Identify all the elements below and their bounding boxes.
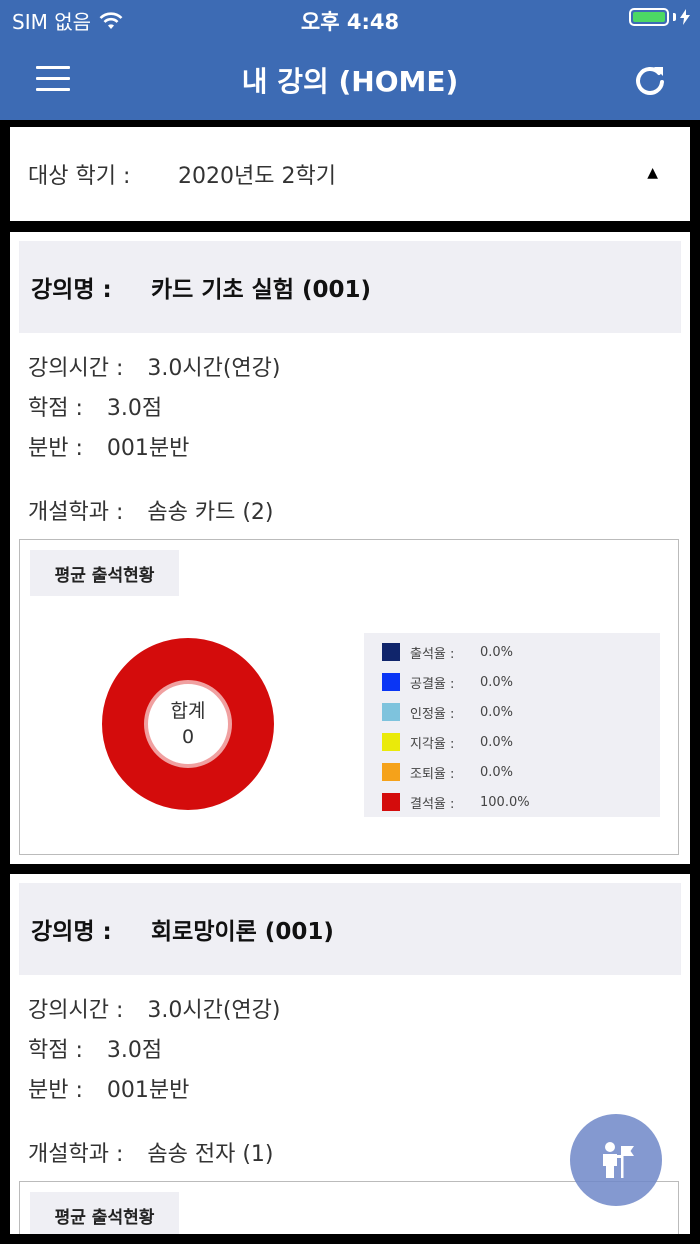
section-label: 분반 : xyxy=(28,436,83,461)
attendance-title: 평균 출석현황 xyxy=(30,1192,179,1234)
legend-swatch xyxy=(382,763,400,781)
hours-label: 강의시간 : xyxy=(28,998,124,1023)
legend-swatch xyxy=(382,793,400,811)
credit-label: 학점 : xyxy=(28,396,83,421)
dept-label: 개설학과 : xyxy=(28,1142,124,1167)
course-title-bar: 강의명 : 회로망이론 (001) xyxy=(19,883,681,975)
legend-item: 공결율 : 0.0% xyxy=(364,667,660,697)
legend-item: 인정율 : 0.0% xyxy=(364,697,660,727)
legend-value: 0.0% xyxy=(480,704,514,720)
legend-swatch xyxy=(382,673,400,691)
total-value: 0 xyxy=(181,726,195,748)
legend-label: 인정율 : xyxy=(410,706,455,722)
legend-value: 0.0% xyxy=(480,764,514,780)
legend-item: 결석율 : 100.0% xyxy=(364,787,660,817)
legend-label: 지각율 : xyxy=(410,736,455,752)
credit-value: 3.0점 xyxy=(106,1038,163,1063)
page-title: 내 강의 (HOME) xyxy=(241,65,459,98)
hours-value: 3.0시간(연강) xyxy=(147,998,281,1023)
credit-label: 학점 : xyxy=(28,1038,83,1063)
semester-selector[interactable]: 대상 학기 : 2020년도 2학기 ▲ xyxy=(10,127,690,221)
person-with-flag-icon xyxy=(603,1142,634,1178)
attendance-legend: 출석율 :0.0% 공결율 :0.0% 인정율 :0.0% 지각율 :0.0% … xyxy=(364,633,660,817)
section-value: 001분반 xyxy=(106,436,190,461)
legend-value: 0.0% xyxy=(480,674,514,690)
legend-item: 조퇴율 : 0.0% xyxy=(364,757,660,787)
legend-label: 출석율 : xyxy=(410,646,455,662)
dropdown-arrow-icon[interactable]: ▲ xyxy=(647,165,658,181)
section-value: 001분반 xyxy=(106,1078,190,1103)
legend-item: 지각율 : 0.0% xyxy=(364,727,660,757)
status-bar: SIM 없음 오후 4:48 xyxy=(0,0,700,40)
legend-item: 출석율 : 0.0% xyxy=(364,637,660,667)
charging-bolt-icon xyxy=(680,9,690,25)
legend-label: 조퇴율 : xyxy=(410,766,455,782)
legend-value: 0.0% xyxy=(480,734,514,750)
dept-value: 솜송 카드 (2) xyxy=(147,500,274,525)
total-label: 합계 xyxy=(170,700,206,722)
course-name-label: 강의명 : xyxy=(31,919,112,945)
course-title-bar: 강의명 : 카드 기초 실험 (001) xyxy=(19,241,681,333)
attendance-title: 평균 출석현황 xyxy=(30,550,179,596)
legend-label: 공결율 : xyxy=(410,676,455,692)
dept-label: 개설학과 : xyxy=(28,500,124,525)
course-card[interactable]: 강의명 : 카드 기초 실험 (001) 강의시간 : 3.0시간(연강) 학점 … xyxy=(10,232,690,864)
course-name: 회로망이론 (001) xyxy=(151,919,334,945)
legend-swatch xyxy=(382,643,400,661)
navigation-bar: 내 강의 (HOME) xyxy=(0,40,700,120)
floating-action-button[interactable] xyxy=(570,1114,662,1206)
section-label: 분반 : xyxy=(28,1078,83,1103)
dept-value: 솜송 전자 (1) xyxy=(147,1142,274,1167)
semester-value: 2020년도 2학기 xyxy=(178,164,336,189)
credit-value: 3.0점 xyxy=(106,396,163,421)
legend-value: 100.0% xyxy=(480,794,530,810)
legend-swatch xyxy=(382,703,400,721)
hours-value: 3.0시간(연강) xyxy=(147,356,281,381)
legend-swatch xyxy=(382,733,400,751)
semester-label: 대상 학기 : xyxy=(28,164,131,189)
legend-value: 0.0% xyxy=(480,644,514,660)
clock: 오후 4:48 xyxy=(300,10,400,34)
legend-label: 결석율 : xyxy=(410,796,455,812)
course-name: 카드 기초 실험 (001) xyxy=(151,277,372,303)
course-name-label: 강의명 : xyxy=(31,277,112,303)
refresh-icon[interactable] xyxy=(632,62,668,98)
battery-icon xyxy=(629,8,669,26)
attendance-panel: 평균 출석현황 합계 0 출석율 : 0.0% 공결율 : 0.0% 인정율 : 0.… xyxy=(19,539,679,855)
hours-label: 강의시간 : xyxy=(28,356,124,381)
